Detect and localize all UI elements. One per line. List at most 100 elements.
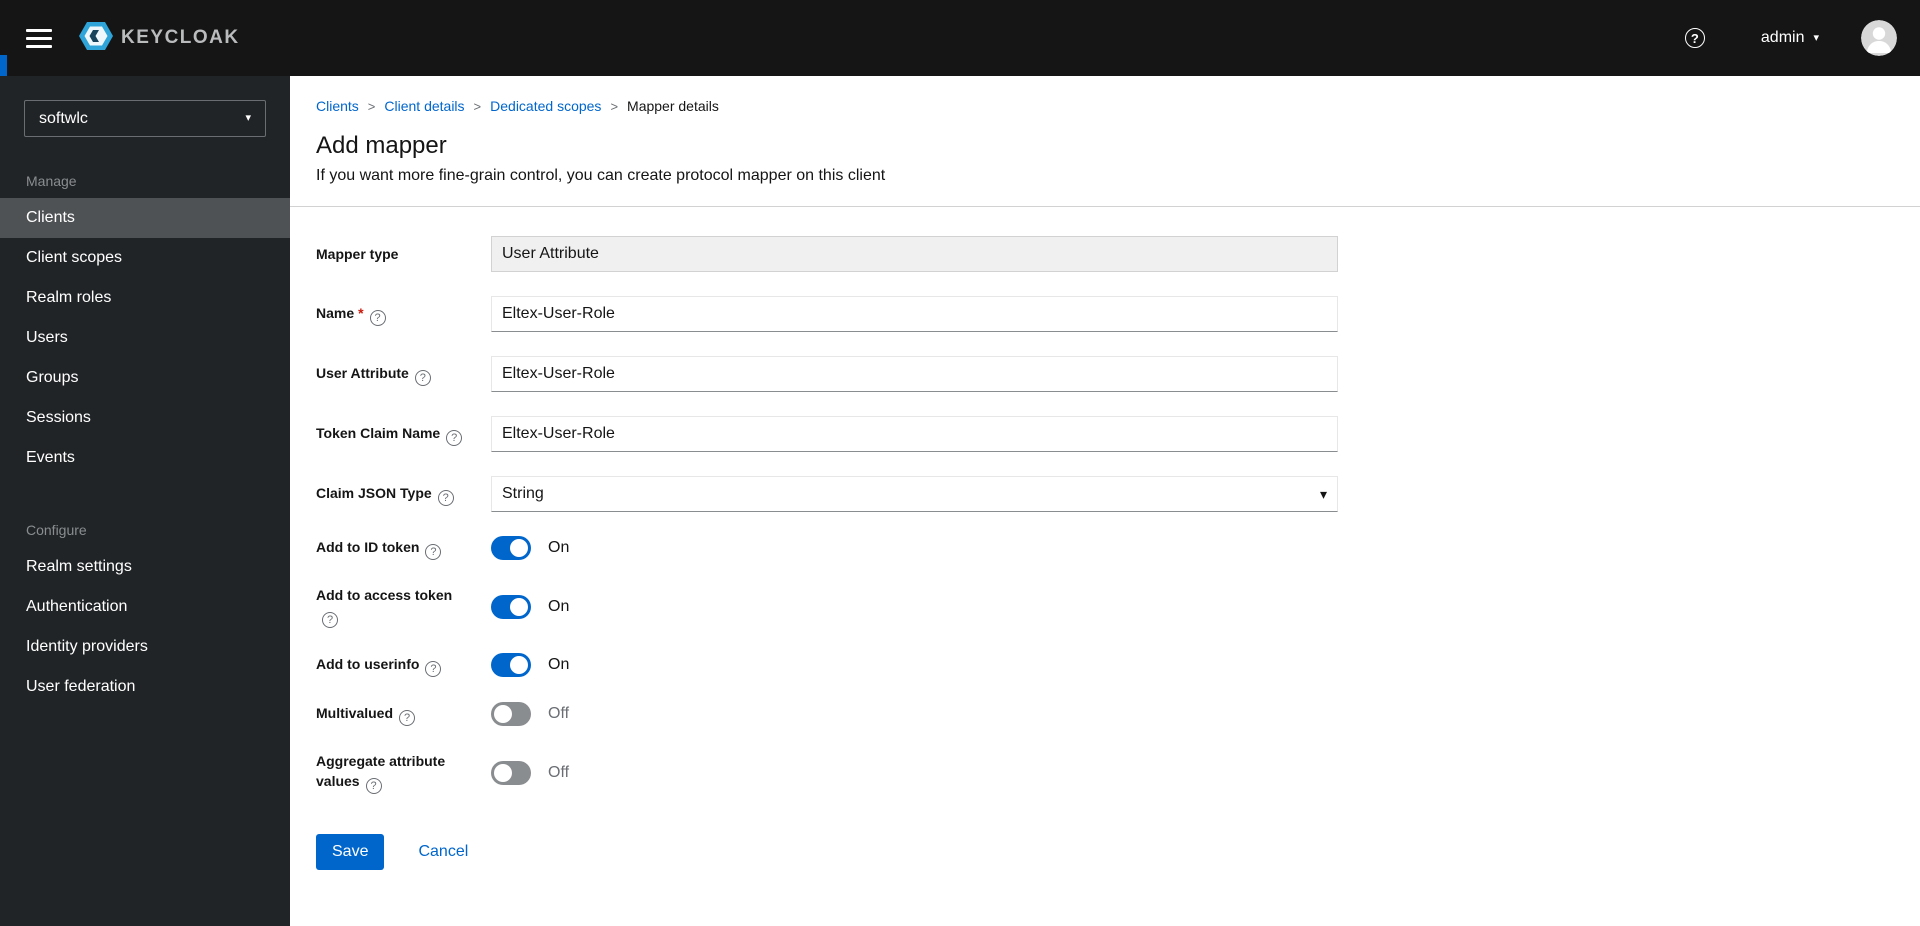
- help-icon[interactable]: [425, 660, 442, 677]
- keycloak-logo[interactable]: KEYCLOAK: [78, 18, 240, 59]
- sidebar-item-realm-settings[interactable]: Realm settings: [0, 547, 290, 587]
- help-icon[interactable]: [425, 543, 442, 560]
- add-to-access-token-toggle[interactable]: [491, 594, 531, 619]
- form-row-add-to-access-token: Add to access token On: [316, 585, 1894, 628]
- mapper-type-input: [491, 236, 1338, 272]
- breadcrumb-current: Mapper details: [627, 98, 719, 114]
- form-row-aggregate-attribute-values: Aggregate attribute values Off: [316, 751, 1894, 794]
- sidebar-item-client-scopes[interactable]: Client scopes: [0, 238, 290, 278]
- name-label: Name *: [316, 303, 466, 326]
- hamburger-menu-button[interactable]: [26, 28, 52, 48]
- help-icon[interactable]: [437, 489, 454, 506]
- chevron-down-icon: ▾: [245, 112, 251, 124]
- cancel-button[interactable]: Cancel: [418, 843, 468, 861]
- sidebar-item-clients[interactable]: Clients: [0, 198, 290, 238]
- form-actions: Save Cancel: [316, 834, 1894, 870]
- save-button[interactable]: Save: [316, 834, 385, 870]
- page-header: Clients > Client details > Dedicated sco…: [290, 76, 1920, 186]
- toggle-state-label: On: [548, 656, 570, 673]
- hamburger-bar: [26, 36, 52, 40]
- nav-section-title-manage: Manage: [26, 173, 77, 189]
- breadcrumb-client-details[interactable]: Client details: [384, 96, 464, 117]
- sidebar-item-user-federation[interactable]: User federation: [0, 667, 290, 707]
- help-icon[interactable]: [414, 369, 431, 386]
- add-to-id-token-label: Add to ID token: [316, 537, 466, 560]
- username-label: admin: [1760, 29, 1805, 46]
- claim-json-type-select[interactable]: String ▾: [491, 476, 1338, 512]
- aggregate-attribute-values-switch-group: Off: [491, 760, 569, 785]
- toggle-state-label: On: [548, 597, 570, 615]
- realm-name: softwlc: [39, 109, 88, 127]
- chevron-down-icon: ▾: [1319, 485, 1327, 502]
- form-row-claim-json-type: Claim JSON Type String ▾: [316, 476, 1894, 512]
- breadcrumb-clients[interactable]: Clients: [316, 96, 359, 117]
- nav-section-configure: Configure Realm settings Authentication …: [0, 478, 290, 707]
- breadcrumb: Clients > Client details > Dedicated sco…: [316, 96, 1894, 117]
- page-subtitle: If you want more fine-grain control, you…: [316, 167, 886, 184]
- sidebar-item-authentication[interactable]: Authentication: [0, 587, 290, 627]
- token-claim-name-label: Token Claim Name: [316, 423, 466, 446]
- help-icon[interactable]: [369, 309, 386, 326]
- form-row-name: Name *: [316, 296, 1894, 332]
- mapper-type-label: Mapper type: [316, 246, 399, 262]
- add-to-userinfo-toggle[interactable]: [491, 653, 531, 677]
- add-to-id-token-toggle[interactable]: [491, 536, 531, 560]
- nav-list-configure: Realm settings Authentication Identity p…: [0, 547, 290, 707]
- keycloak-logo-icon: [78, 18, 114, 59]
- multivalued-toggle[interactable]: [491, 702, 531, 726]
- multivalued-label: Multivalued: [316, 703, 466, 726]
- nav-section-title-configure: Configure: [26, 522, 87, 538]
- toggle-knob: [494, 763, 512, 782]
- select-value: String: [502, 485, 544, 502]
- breadcrumb-separator-icon: >: [367, 99, 376, 114]
- form-row-user-attribute: User Attribute: [316, 356, 1894, 392]
- brand-wordmark: KEYCLOAK: [121, 27, 240, 48]
- help-icon[interactable]: ?: [1684, 28, 1705, 48]
- chevron-down-icon: ▾: [1813, 31, 1819, 44]
- sidebar-item-realm-roles[interactable]: Realm roles: [0, 278, 290, 318]
- required-indicator: *: [358, 304, 364, 321]
- masthead-toolbar: ? admin ▾: [1684, 20, 1897, 56]
- masthead: KEYCLOAK ? admin ▾: [0, 0, 1920, 76]
- sidebar-item-groups[interactable]: Groups: [0, 358, 290, 398]
- main-content: Clients > Client details > Dedicated sco…: [290, 76, 1920, 926]
- form-row-token-claim-name: Token Claim Name: [316, 416, 1894, 452]
- add-to-userinfo-label: Add to userinfo: [316, 654, 466, 677]
- page-title: Add mapper: [316, 132, 447, 159]
- form-row-add-to-userinfo: Add to userinfo On: [316, 653, 1894, 677]
- form-row-multivalued: Multivalued Off: [316, 702, 1894, 726]
- claim-json-type-label: Claim JSON Type: [316, 483, 466, 506]
- toggle-knob: [510, 539, 528, 557]
- avatar[interactable]: [1861, 20, 1897, 56]
- user-attribute-label: User Attribute: [316, 363, 466, 386]
- user-attribute-input[interactable]: [491, 356, 1338, 392]
- nav-section-manage: Manage Clients Client scopes Realm roles…: [0, 137, 290, 478]
- sidebar-item-users[interactable]: Users: [0, 318, 290, 358]
- help-icon[interactable]: [399, 709, 416, 726]
- user-menu-dropdown[interactable]: admin ▾: [1761, 29, 1819, 47]
- sidebar: softwlc ▾ Manage Clients Client scopes R…: [0, 76, 290, 926]
- help-icon[interactable]: [322, 612, 338, 628]
- hamburger-bar: [26, 44, 52, 48]
- toggle-state-label: On: [548, 539, 570, 556]
- help-icon[interactable]: [365, 778, 382, 794]
- sidebar-item-identity-providers[interactable]: Identity providers: [0, 627, 290, 667]
- breadcrumb-dedicated-scopes[interactable]: Dedicated scopes: [490, 96, 601, 117]
- add-to-access-token-label: Add to access token: [316, 585, 466, 628]
- add-to-id-token-switch-group: On: [491, 536, 569, 560]
- sidebar-item-events[interactable]: Events: [0, 438, 290, 478]
- name-input[interactable]: [491, 296, 1338, 332]
- token-claim-name-input[interactable]: [491, 416, 1338, 452]
- breadcrumb-separator-icon: >: [473, 99, 482, 114]
- breadcrumb-separator-icon: >: [610, 99, 619, 114]
- add-to-userinfo-switch-group: On: [491, 653, 569, 677]
- help-icon[interactable]: [446, 429, 463, 446]
- multivalued-switch-group: Off: [491, 702, 569, 726]
- toggle-knob: [494, 705, 512, 723]
- aggregate-attribute-values-toggle[interactable]: [491, 760, 531, 785]
- realm-selector[interactable]: softwlc ▾: [24, 100, 266, 137]
- toggle-state-label: Off: [548, 705, 570, 722]
- sidebar-item-sessions[interactable]: Sessions: [0, 398, 290, 438]
- mapper-form: Mapper type Name* User Attribute Token C…: [290, 207, 1920, 870]
- toggle-knob: [510, 656, 528, 674]
